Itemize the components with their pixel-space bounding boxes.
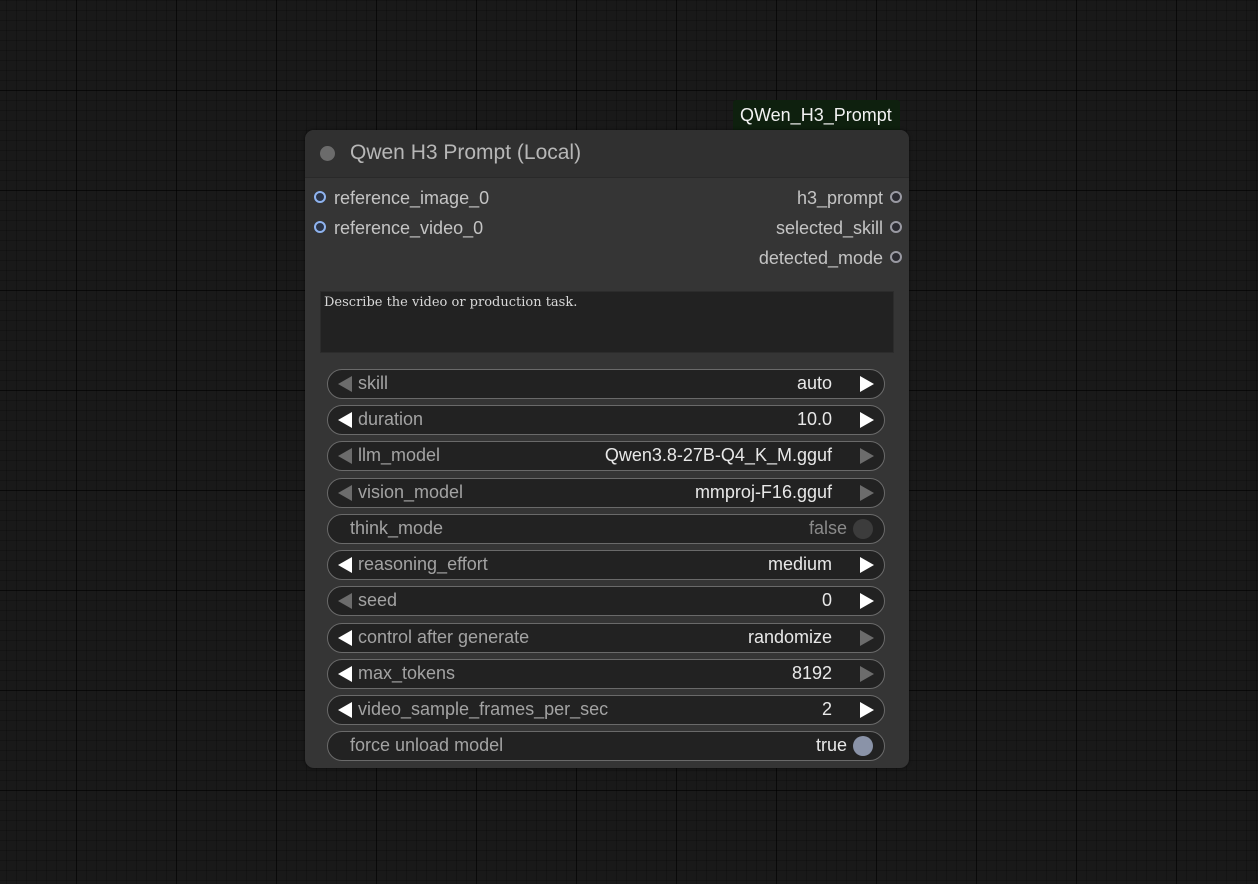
output-socket-icon[interactable]: [890, 221, 902, 234]
decrement-arrow-icon[interactable]: [338, 593, 352, 609]
widget-control-after-generate[interactable]: control after generate randomize: [327, 623, 885, 653]
increment-arrow-icon[interactable]: [860, 557, 874, 573]
input-slot-reference-video[interactable]: reference_video_0: [314, 215, 483, 241]
widget-max-tokens[interactable]: max_tokens 8192: [327, 659, 885, 689]
widget-label: vision_model: [358, 482, 464, 502]
widget-value[interactable]: auto: [797, 370, 832, 397]
decrement-arrow-icon[interactable]: [338, 448, 352, 464]
widget-skill[interactable]: skill auto: [327, 369, 885, 399]
widget-label: max_tokens: [358, 663, 456, 683]
output-socket-icon[interactable]: [890, 191, 902, 204]
increment-arrow-icon[interactable]: [860, 448, 874, 464]
widget-vision-model[interactable]: vision_model mmproj-F16.gguf: [327, 478, 885, 508]
input-socket-icon[interactable]: [314, 221, 326, 234]
decrement-arrow-icon[interactable]: [338, 630, 352, 646]
widget-llm-model[interactable]: llm_model Qwen3.8-27B-Q4_K_M.gguf: [327, 441, 885, 471]
widget-value[interactable]: 0: [822, 587, 832, 614]
decrement-arrow-icon[interactable]: [338, 412, 352, 428]
increment-arrow-icon[interactable]: [860, 666, 874, 682]
output-slot-selected-skill[interactable]: selected_skill: [776, 215, 902, 241]
widget-label: reasoning_effort: [358, 554, 488, 574]
increment-arrow-icon[interactable]: [860, 630, 874, 646]
widget-seed[interactable]: seed 0: [327, 586, 885, 616]
widget-value: false: [808, 518, 847, 538]
widget-force-unload-model[interactable]: force unload model true: [327, 731, 885, 761]
widget-value[interactable]: randomize: [748, 624, 832, 651]
increment-arrow-icon[interactable]: [860, 593, 874, 609]
output-slot-label: h3_prompt: [796, 188, 883, 208]
widget-value[interactable]: mmproj-F16.gguf: [695, 479, 832, 506]
widget-label: llm_model: [358, 445, 441, 465]
collapse-toggle-icon[interactable]: [320, 146, 335, 161]
prompt-textarea[interactable]: Describe the video or production task.: [320, 291, 894, 353]
widget-label: force unload model: [350, 735, 504, 755]
output-socket-icon[interactable]: [890, 251, 902, 264]
toggle-knob-icon[interactable]: [853, 736, 873, 756]
increment-arrow-icon[interactable]: [860, 412, 874, 428]
increment-arrow-icon[interactable]: [860, 485, 874, 501]
output-slot-label: detected_mode: [758, 248, 883, 268]
node-title: Qwen H3 Prompt (Local): [350, 141, 582, 164]
node-qwen-h3-prompt[interactable]: Qwen H3 Prompt (Local) reference_image_0…: [305, 130, 909, 768]
widget-duration[interactable]: duration 10.0: [327, 405, 885, 435]
toggle-knob-icon[interactable]: [853, 519, 873, 539]
widget-value: true: [815, 735, 847, 755]
input-socket-icon[interactable]: [314, 191, 326, 204]
widget-label: control after generate: [358, 627, 530, 647]
decrement-arrow-icon[interactable]: [338, 376, 352, 392]
widget-value[interactable]: 10.0: [797, 406, 832, 433]
widget-label: skill: [358, 373, 388, 393]
widget-value[interactable]: 8192: [792, 660, 832, 687]
node-type-badge: QWen_H3_Prompt: [733, 100, 900, 130]
decrement-arrow-icon[interactable]: [338, 557, 352, 573]
increment-arrow-icon[interactable]: [860, 702, 874, 718]
widget-label: think_mode: [350, 518, 444, 538]
decrement-arrow-icon[interactable]: [338, 702, 352, 718]
widget-value[interactable]: 2: [822, 696, 832, 723]
input-slot-reference-image[interactable]: reference_image_0: [314, 185, 489, 211]
widget-label: duration: [358, 409, 424, 429]
output-slot-label: selected_skill: [775, 218, 883, 238]
increment-arrow-icon[interactable]: [860, 376, 874, 392]
node-title-bar[interactable]: Qwen H3 Prompt (Local): [305, 130, 909, 178]
decrement-arrow-icon[interactable]: [338, 666, 352, 682]
decrement-arrow-icon[interactable]: [338, 485, 352, 501]
widget-video-sample-fps[interactable]: video_sample_frames_per_sec 2: [327, 695, 885, 725]
output-slot-h3-prompt[interactable]: h3_prompt: [797, 185, 902, 211]
widget-value[interactable]: Qwen3.8-27B-Q4_K_M.gguf: [605, 442, 832, 469]
widget-reasoning-effort[interactable]: reasoning_effort medium: [327, 550, 885, 580]
widget-label: seed: [358, 590, 398, 610]
widget-think-mode[interactable]: think_mode false: [327, 514, 885, 544]
widget-value[interactable]: medium: [768, 551, 832, 578]
output-slot-detected-mode[interactable]: detected_mode: [759, 245, 902, 271]
input-slot-label: reference_video_0: [334, 218, 484, 238]
input-slot-label: reference_image_0: [334, 188, 490, 208]
widget-label: video_sample_frames_per_sec: [358, 699, 609, 719]
